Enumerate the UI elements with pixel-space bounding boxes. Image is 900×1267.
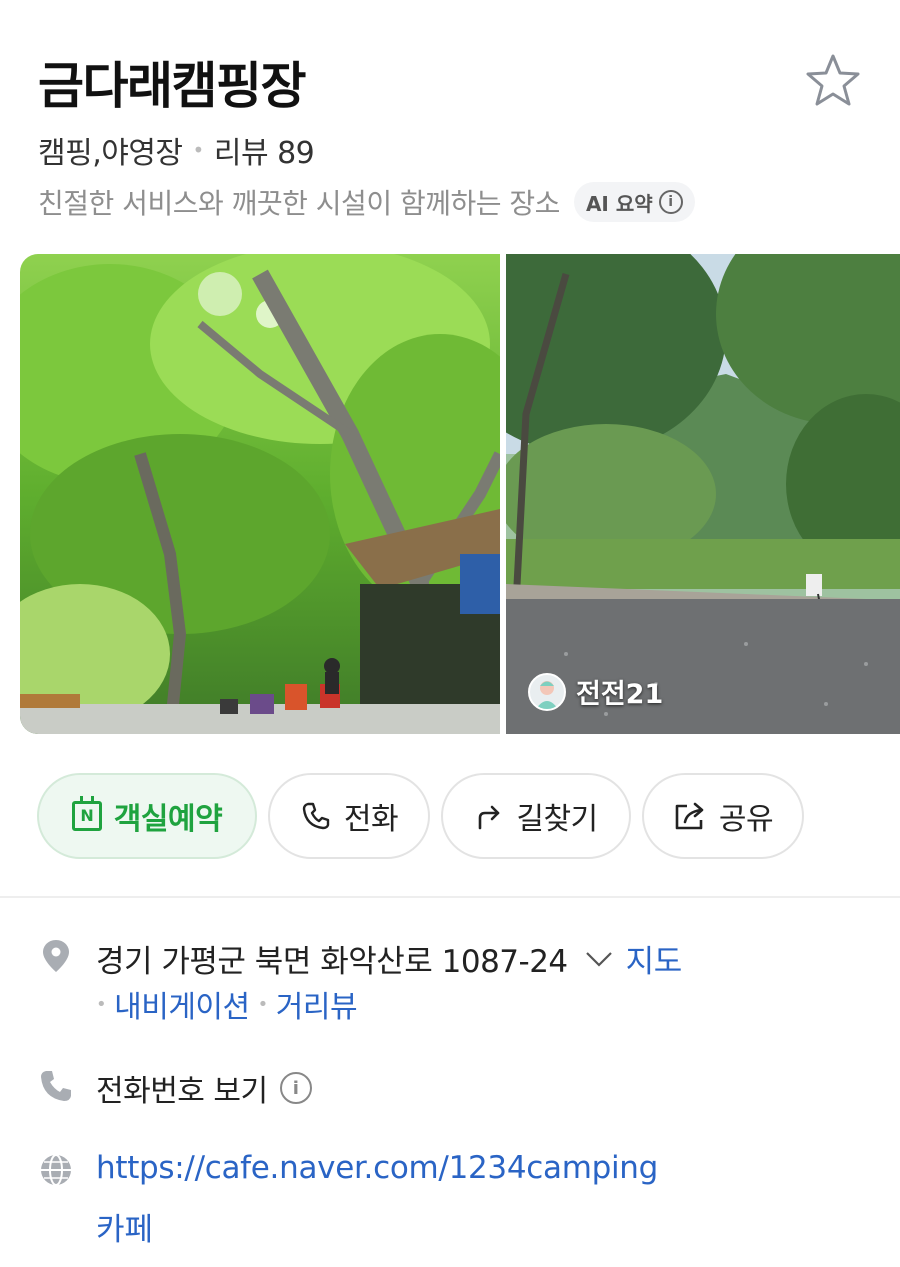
place-detail-page: 금다래캠핑장 캠핑,야영장 • 리뷰 89 친절한 서비스와 깨끗한 시설이 함…: [0, 0, 900, 1267]
action-bar: N 객실예약 전화 길찾기 공유: [0, 773, 900, 859]
phone-icon: [41, 1071, 71, 1101]
user-avatar: [528, 672, 566, 711]
address-row: 경기 가평군 북면 화악산로 1087-24 지도: [96, 936, 682, 981]
info-icon[interactable]: i: [279, 1072, 312, 1104]
place-photo-main[interactable]: [20, 254, 500, 734]
address-text: 경기 가평군 북면 화악산로 1087-24: [96, 944, 568, 980]
phone-icon: [302, 802, 330, 830]
place-photo-second[interactable]: [506, 254, 900, 734]
place-meta: 캠핑,야영장 • 리뷰 89: [38, 128, 315, 172]
globe-icon: [41, 1154, 71, 1186]
directions-button[interactable]: 길찾기: [441, 773, 631, 859]
star-outline-icon: [806, 54, 860, 106]
separator-dot: •: [257, 993, 269, 1015]
call-label: 전화: [343, 802, 399, 837]
directions-label: 길찾기: [516, 802, 598, 837]
location-pin-icon: [43, 940, 69, 972]
ai-summary-badge[interactable]: AI 요약 i: [573, 182, 695, 222]
place-title: 금다래캠핑장: [38, 57, 307, 115]
info-icon: i: [658, 190, 683, 214]
street-view-link[interactable]: 거리뷰: [276, 982, 358, 1026]
phone-number-label: 전화번호 보기: [96, 1074, 268, 1109]
section-divider: [0, 896, 900, 898]
phone-number-row[interactable]: 전화번호 보기 i: [96, 1066, 312, 1110]
navigation-link[interactable]: 내비게이션: [114, 982, 250, 1026]
directions-arrow-icon: [479, 805, 500, 830]
separator-dot: •: [96, 993, 107, 1015]
photo-credit: 전전21: [528, 672, 663, 711]
separator-dot: •: [192, 138, 205, 162]
chevron-down-icon[interactable]: [584, 949, 614, 969]
share-icon: [675, 802, 704, 830]
address-sub-links: • 내비게이션 • 거리뷰: [96, 982, 358, 1026]
share-label: 공유: [718, 802, 774, 837]
website-type-label[interactable]: 카페: [96, 1204, 153, 1249]
favorite-star-button[interactable]: [804, 52, 862, 108]
share-button[interactable]: 공유: [642, 773, 804, 859]
review-count-link[interactable]: 리뷰 89: [214, 128, 315, 172]
map-link[interactable]: 지도: [626, 936, 683, 981]
naver-booking-icon: N: [71, 796, 102, 831]
category-label: 캠핑,야영장: [38, 136, 183, 171]
reserve-label: 객실예약: [113, 802, 223, 837]
ai-badge-label: AI 요약: [585, 191, 653, 216]
call-button[interactable]: 전화: [268, 773, 430, 859]
website-link[interactable]: https://cafe.naver.com/1234camping: [96, 1150, 658, 1186]
reserve-room-button[interactable]: N 객실예약: [37, 773, 257, 859]
ai-summary: 친절한 서비스와 깨끗한 시설이 함께하는 장소 AI 요약 i: [38, 182, 695, 222]
summary-text: 친절한 서비스와 깨끗한 시설이 함께하는 장소: [38, 187, 560, 220]
photo-credit-user: 전전21: [576, 679, 664, 710]
